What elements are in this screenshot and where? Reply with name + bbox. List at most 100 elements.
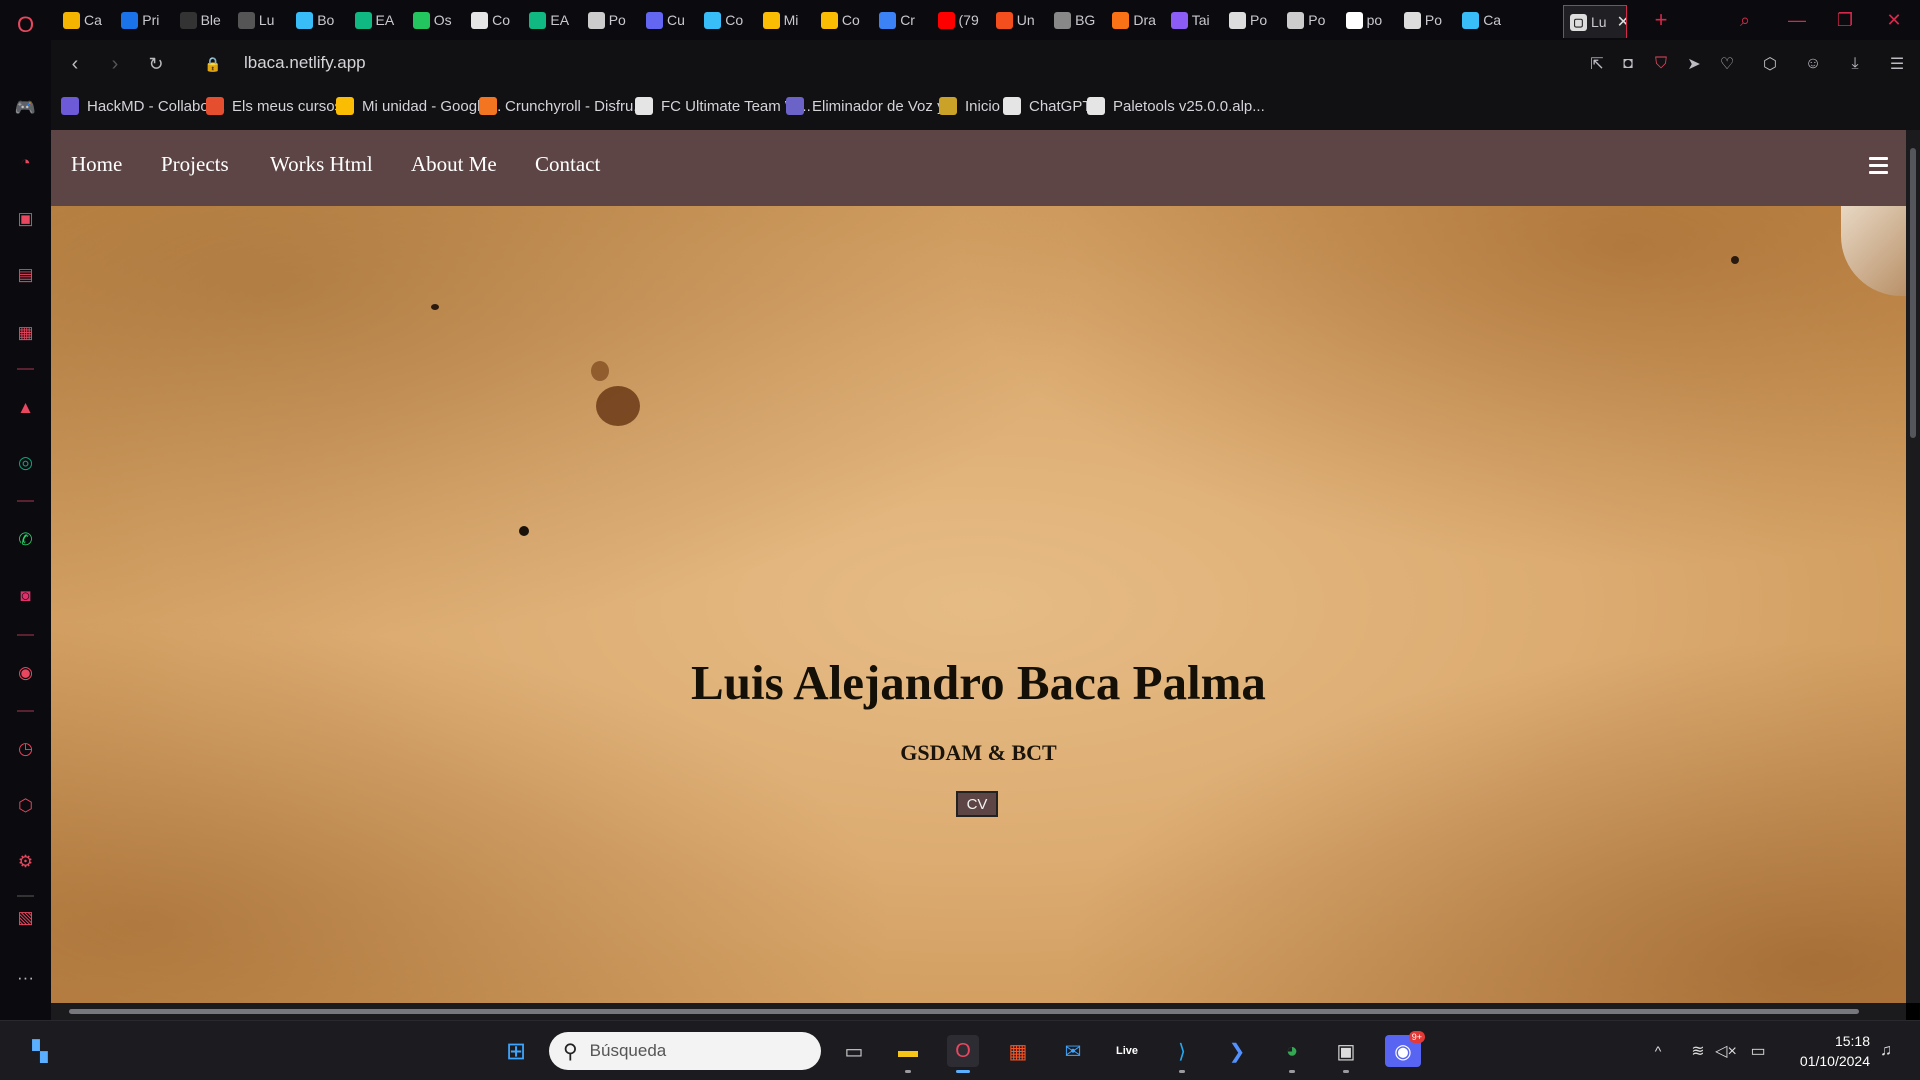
camera-icon[interactable]: ◘ [1616,52,1640,76]
browser-tab[interactable]: po [1340,7,1398,33]
whatsapp-icon[interactable]: ✆ [13,527,38,552]
forward-button[interactable]: › [101,50,129,78]
browser-tab[interactable]: Pri [115,7,173,33]
new-tab-button[interactable]: + [1647,6,1675,34]
extensions-icon[interactable]: ⬡ [1758,52,1782,76]
terminal-icon[interactable]: ▣ [1330,1035,1362,1073]
browser-tab[interactable]: Un [990,7,1048,33]
chevron-up-icon[interactable]: ^ [1642,1035,1674,1067]
twitch-icon[interactable]: ▤ [13,262,38,287]
live-icon[interactable]: Live [1111,1035,1143,1067]
lock-icon[interactable]: 🔒 [199,50,227,78]
browser-tab[interactable]: Cu [640,7,698,33]
url-field[interactable]: lbaca.netlify.app [244,53,366,73]
history-icon[interactable]: ◷ [13,736,38,761]
send-icon[interactable]: ➤ [1682,52,1706,76]
browser-tab[interactable]: Po [1398,7,1456,33]
browser-tab[interactable]: Ca [1456,7,1514,33]
browser-tab[interactable]: Mi [757,7,815,33]
file-explorer-icon[interactable]: ▬ [892,1035,924,1073]
easy-setup-icon[interactable]: ☰ [1885,52,1909,76]
task-view-icon[interactable]: ▭ [838,1035,870,1067]
chatgpt-icon[interactable]: ◎ [13,450,38,475]
browser-tab[interactable]: Co [465,7,523,33]
profile-icon[interactable]: ☺ [1801,52,1825,76]
browser-tab[interactable]: Ca [57,7,115,33]
browser-tab[interactable]: Dra [1106,7,1164,33]
reload-button[interactable]: ↻ [142,50,170,78]
cpu-icon[interactable]: ▦ [13,320,38,345]
discord-icon[interactable]: ◉ 9+ [1385,1031,1425,1067]
notification-bell-icon[interactable]: ♫ [1870,1035,1902,1067]
browser-tab[interactable]: EA [523,7,581,33]
browser-tab[interactable]: Po [1223,7,1281,33]
gallery-icon[interactable]: ▧ [13,905,38,930]
browser-tab[interactable]: Bo [290,7,348,33]
powershell-icon[interactable]: ❯ [1221,1035,1253,1067]
instagram-icon[interactable]: ◙ [13,583,38,608]
hamburger-menu-icon[interactable] [1869,157,1889,177]
bookmark-item[interactable]: Inicio [939,97,1000,115]
bookmark-item[interactable]: FC Ultimate Team W... [635,97,811,115]
widgets-icon[interactable]: ▚ [24,1035,56,1067]
browser-tab[interactable]: Po [1281,7,1339,33]
close-window-button[interactable]: ✕ [1880,6,1908,34]
microsoft-store-icon[interactable]: ▦ [1002,1035,1034,1067]
speed-dial-icon[interactable]: ◔ [13,150,38,175]
horizontal-scrollbar[interactable] [51,1003,1906,1020]
browser-tab[interactable]: Po [582,7,640,33]
browser-tab[interactable]: (79 [932,7,990,33]
search-tabs-icon[interactable]: ⌕ [1731,6,1759,34]
volume-muted-icon[interactable]: ◁× [1710,1035,1742,1067]
nav-home-link[interactable]: Home [71,152,122,177]
browser-tab[interactable]: Tai [1165,7,1223,33]
browser-tab[interactable]: Os [407,7,465,33]
minimize-button[interactable]: — [1783,6,1811,34]
browser-tab[interactable]: Co [698,7,756,33]
vertical-scrollbar[interactable] [1906,130,1920,1003]
settings-icon[interactable]: ⚙ [13,849,38,874]
share-icon[interactable]: ⇱ [1585,52,1609,76]
scrollbar-thumb[interactable] [1910,148,1916,438]
cv-button[interactable]: CV [956,791,998,817]
battery-icon[interactable]: ▭ [1742,1035,1774,1067]
browser-tab[interactable]: EA [349,7,407,33]
bookmark-item[interactable]: HackMD - Collabor... [61,97,225,115]
bookmark-item[interactable]: Crunchyroll - Disfru... [479,97,646,115]
browser-tab[interactable]: Co [815,7,873,33]
heart-icon[interactable]: ♡ [1715,52,1739,76]
cube-icon[interactable]: ⬡ [13,793,38,818]
restore-button[interactable]: ❐ [1831,6,1859,34]
aria-icon[interactable]: ▲ [13,395,38,420]
nav-about-me-link[interactable]: About Me [411,152,497,177]
bookmark-item[interactable]: Els meus cursos [206,97,342,115]
taskbar-search[interactable]: ⚲ Búsqueda [549,1032,821,1070]
system-clock[interactable]: 15:18 01/10/2024 [1800,1031,1870,1071]
shield-icon[interactable]: ⛉ [1649,52,1673,76]
briefcase-icon[interactable]: ▣ [13,206,38,231]
bookmark-item[interactable]: Mi unidad - Google... [336,97,501,115]
opera-logo-icon[interactable]: O [13,12,38,37]
scrollbar-thumb[interactable] [69,1009,1859,1014]
bookmark-item[interactable]: Paletools v25.0.0.alp... [1087,97,1265,115]
more-icon[interactable]: ··· [13,965,38,990]
mail-icon[interactable]: ✉ [1057,1035,1089,1067]
bookmark-item[interactable]: ChatGPT [1003,97,1092,115]
download-icon[interactable]: ⤓ [1843,52,1867,76]
browser-tab[interactable]: Lu [232,7,290,33]
nav-contact-link[interactable]: Contact [535,152,600,177]
tab-active[interactable]: ▢ Lu ✕ [1563,5,1627,38]
gamepad-icon[interactable]: 🎮 [13,95,38,120]
back-button[interactable]: ‹ [61,50,89,78]
browser-tab[interactable]: BG [1048,7,1106,33]
close-tab-icon[interactable]: ✕ [1617,12,1626,32]
chrome-icon[interactable]: ◕ [1276,1035,1308,1073]
browser-tab[interactable]: Ble [174,7,232,33]
nav-works-html-link[interactable]: Works Html [270,152,373,177]
vscode-icon[interactable]: ⟩ [1166,1035,1198,1073]
nav-projects-link[interactable]: Projects [161,152,229,177]
windows-start-icon[interactable]: ⊞ [500,1035,532,1067]
spotify-icon[interactable]: ◉ [13,660,38,685]
opera-icon[interactable]: O [947,1035,979,1073]
browser-tab[interactable]: Cr [873,7,931,33]
